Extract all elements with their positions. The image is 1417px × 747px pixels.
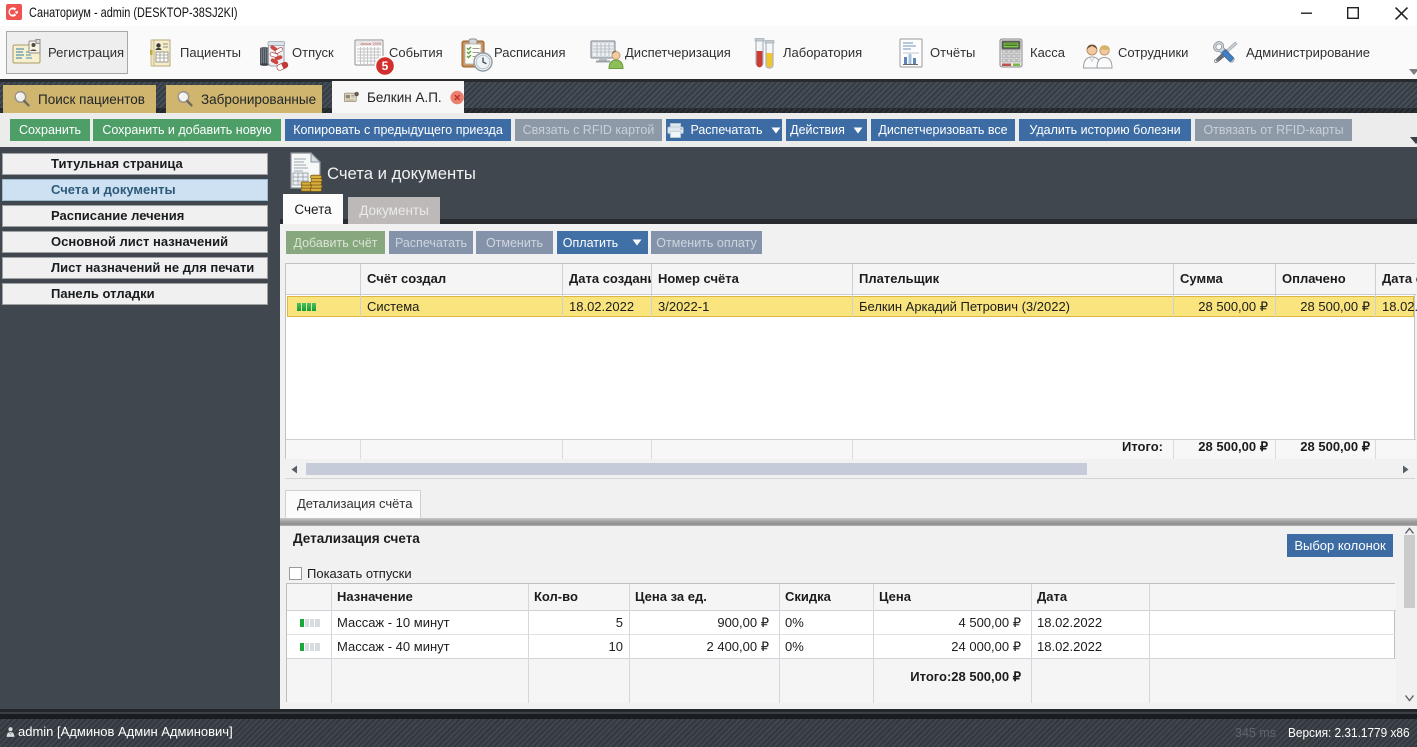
- svg-text:5: 5: [382, 59, 389, 73]
- svg-text:Januar 2009: Januar 2009: [360, 42, 381, 46]
